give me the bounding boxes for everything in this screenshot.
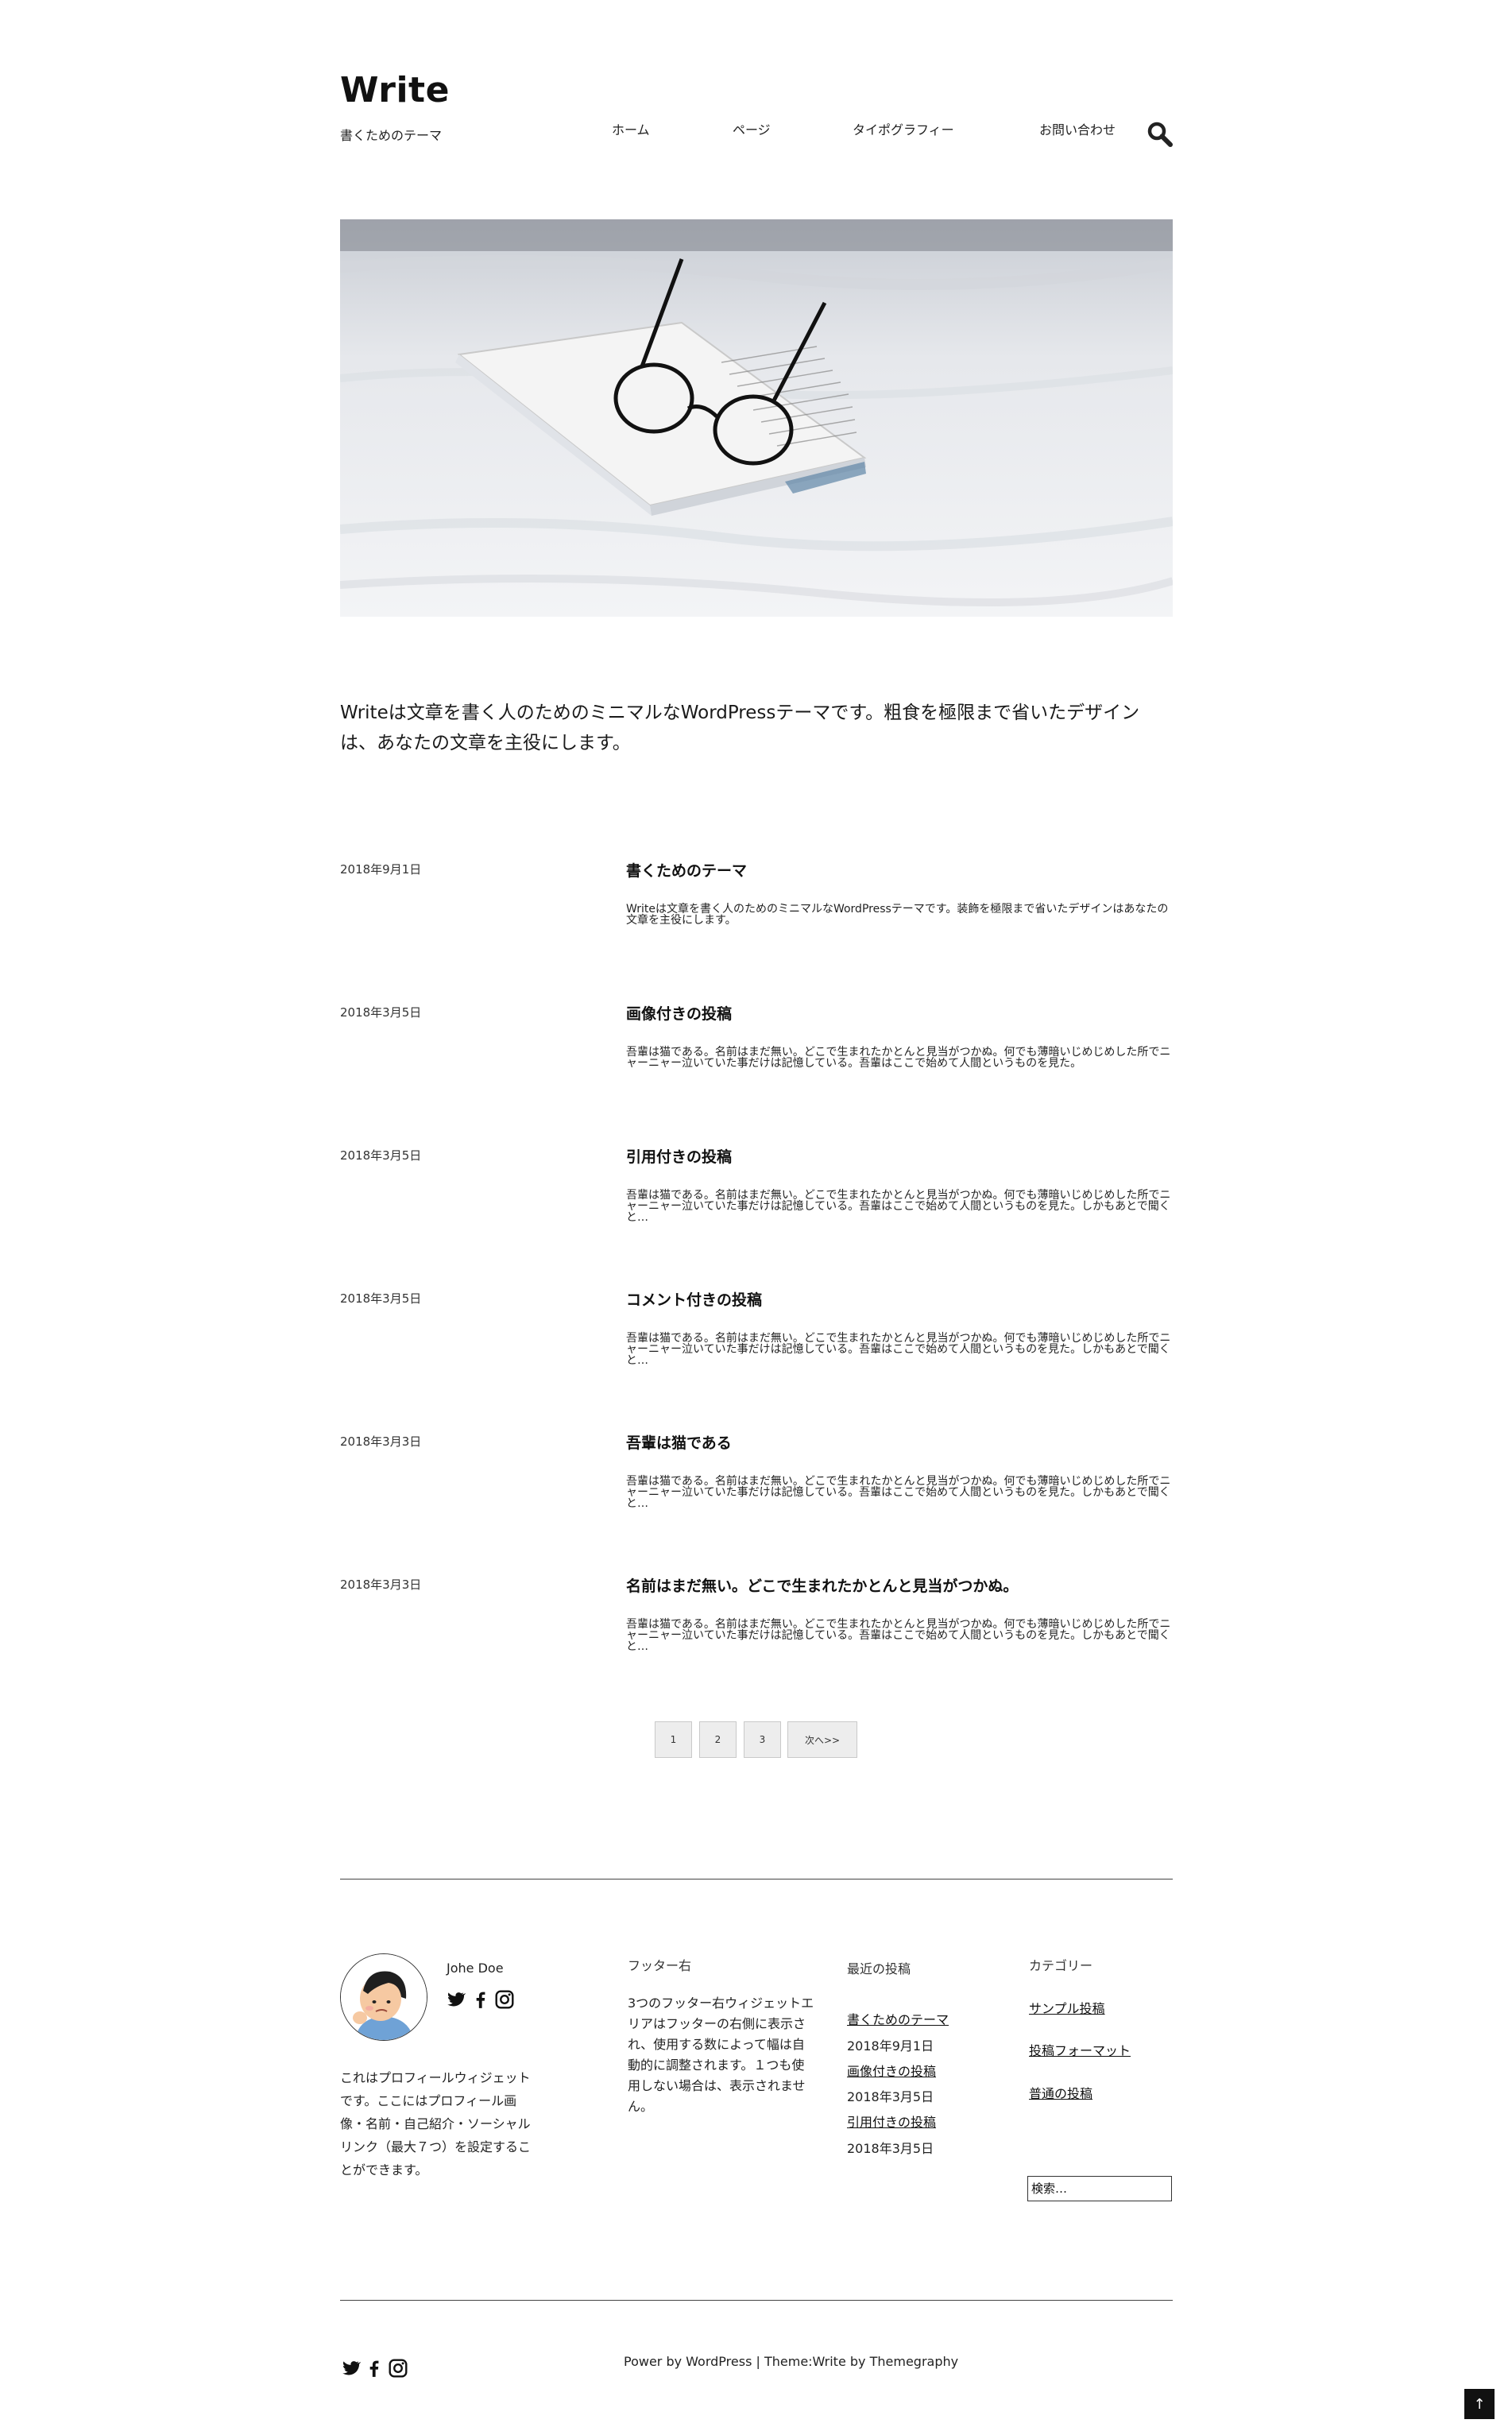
nav-item-contact[interactable]: お問い合わせ — [1039, 119, 1116, 138]
post-excerpt: 吾輩は猫である。名前はまだ無い。どこで生まれたかとんと見当がつかぬ。何でも薄暗い… — [626, 1475, 1171, 1510]
recent-post-date: 2018年9月1日 — [847, 2038, 934, 2054]
arrow-up-icon: ↑ — [1473, 2395, 1486, 2413]
recent-post-link[interactable]: 書くためのテーマ — [847, 2009, 949, 2028]
intro-text: Writeは文章を書く人のためのミニマルなWordPressテーマです。粗食を極… — [340, 703, 1140, 753]
post-excerpt: Writeは文章を書く人のためのミニマルなWordPressテーマです。装飾を極… — [626, 903, 1169, 927]
post-title[interactable]: コメント付きの投稿 — [626, 1288, 762, 1310]
page-3-button[interactable]: 3 — [744, 1721, 781, 1758]
category-link[interactable]: 投稿フォーマット — [1029, 2040, 1131, 2059]
search-icon[interactable] — [1147, 121, 1174, 148]
post-excerpt: 吾輩は猫である。名前はまだ無い。どこで生まれたかとんと見当がつかぬ。何でも薄暗い… — [626, 1618, 1171, 1653]
category-link[interactable]: 普通の投稿 — [1029, 2083, 1092, 2102]
category-link[interactable]: サンプル投稿 — [1029, 1998, 1105, 2017]
post-title[interactable]: 引用付きの投稿 — [626, 1145, 732, 1167]
instagram-icon[interactable] — [388, 2358, 408, 2379]
recent-post-date: 2018年3月5日 — [847, 2089, 934, 2104]
post-date: 2018年3月3日 — [340, 1434, 422, 1449]
footer-right-title: フッター右 — [628, 1958, 692, 1973]
post-date: 2018年3月5日 — [340, 1291, 422, 1306]
nav-item-home[interactable]: ホーム — [612, 119, 650, 138]
twitter-icon[interactable] — [340, 2358, 362, 2379]
post-date: 2018年3月5日 — [340, 1005, 422, 1020]
instagram-icon[interactable] — [494, 1989, 515, 2010]
post-excerpt: 吾輩は猫である。名前はまだ無い。どこで生まれたかとんと見当がつかぬ。何でも薄暗い… — [626, 1189, 1171, 1224]
profile-text: これはプロフィールウィジェットです。ここにはプロフィール画像・名前・自己紹介・ソ… — [340, 2070, 532, 2178]
facebook-icon[interactable] — [470, 1989, 491, 2010]
footer-search-input[interactable] — [1027, 2176, 1172, 2201]
nav-item-page[interactable]: ページ — [733, 119, 771, 138]
site-description: 書くためのテーマ — [340, 128, 443, 143]
site-credits: Power by WordPress | Theme:Write by Them… — [624, 2354, 958, 2369]
nav-item-typography[interactable]: タイポグラフィー — [853, 119, 954, 138]
hero-image — [340, 219, 1173, 617]
post-title[interactable]: 名前はまだ無い。どこで生まれたかとんと見当がつかぬ。 — [626, 1574, 1018, 1596]
recent-post-link[interactable]: 引用付きの投稿 — [847, 2112, 936, 2131]
recent-post-link[interactable]: 画像付きの投稿 — [847, 2061, 936, 2080]
post-date: 2018年3月5日 — [340, 1148, 422, 1163]
bottom-divider — [340, 2300, 1173, 2301]
page-2-button[interactable]: 2 — [699, 1721, 737, 1758]
footer-right-text: 3つのフッター右ウィジェットエリアはフッターの右側に表示され、使用する数によって… — [628, 1996, 814, 2114]
profile-name: Johe Doe — [447, 1961, 504, 1976]
credits-by: by — [845, 2354, 870, 2369]
credits-separator: | — [752, 2354, 764, 2369]
theme-label: Theme: — [764, 2354, 813, 2369]
theme-author-link[interactable]: Themegraphy — [870, 2354, 959, 2369]
post-date: 2018年9月1日 — [340, 862, 422, 877]
facebook-icon[interactable] — [364, 2358, 385, 2379]
theme-link[interactable]: Write — [813, 2354, 846, 2369]
recent-post-date: 2018年3月5日 — [847, 2141, 934, 2156]
site-title[interactable]: Write — [340, 70, 450, 110]
post-excerpt: 吾輩は猫である。名前はまだ無い。どこで生まれたかとんと見当がつかぬ。何でも薄暗い… — [626, 1332, 1171, 1367]
page-1-button[interactable]: 1 — [655, 1721, 692, 1758]
post-excerpt: 吾輩は猫である。名前はまだ無い。どこで生まれたかとんと見当がつかぬ。何でも薄暗い… — [626, 1046, 1171, 1070]
credits-prefix: Power by — [624, 2354, 686, 2369]
post-title[interactable]: 吾輩は猫である — [626, 1431, 732, 1453]
next-page-button[interactable]: 次へ>> — [787, 1721, 857, 1758]
post-date: 2018年3月3日 — [340, 1578, 422, 1592]
back-to-top-button[interactable]: ↑ — [1464, 2389, 1495, 2419]
twitter-icon[interactable] — [445, 1989, 466, 2010]
recent-posts-title: 最近の投稿 — [847, 1961, 911, 1976]
wordpress-link[interactable]: WordPress — [686, 2354, 752, 2369]
categories-title: カテゴリー — [1029, 1958, 1093, 1973]
avatar — [340, 1953, 427, 2041]
post-title[interactable]: 書くためのテーマ — [626, 859, 747, 881]
post-title[interactable]: 画像付きの投稿 — [626, 1002, 732, 1024]
